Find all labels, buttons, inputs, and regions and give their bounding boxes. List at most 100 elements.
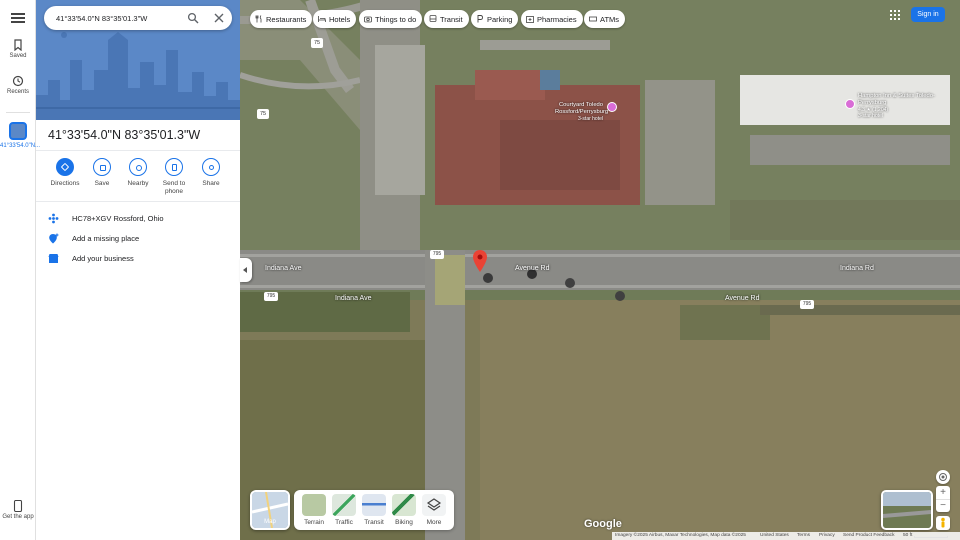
storefront-icon [48,254,59,263]
layer-traffic[interactable]: Traffic [330,494,358,526]
chip-hotels[interactable]: Hotels [313,10,357,28]
chip-restaurants[interactable]: Restaurants [250,10,313,28]
route-shield: 75 [311,38,323,48]
save-button[interactable]: Save [84,158,120,188]
layer-more[interactable]: More [420,494,448,526]
my-location-button[interactable] [936,470,950,484]
place-panel: 41°33'54.0"N 83°35'01.3"W Directions Sav… [36,0,240,540]
my-location-icon [939,473,947,481]
imagery-attribution: Imagery ©2025 Airbus, Maxar Technologies… [615,533,746,538]
current-place-thumbnail[interactable] [9,122,27,140]
hotel-pin-icon [845,99,855,109]
maps-app: Courtyard Toledo Rossford/Perrysburg 3-s… [0,0,960,540]
chip-label: Restaurants [266,14,307,24]
road-label: Avenue Rd [515,265,550,272]
chip-things-to-do[interactable]: Things to do [359,10,423,28]
save-label: Save [94,180,110,187]
feedback-link[interactable]: Send Product Feedback [843,533,894,538]
search-box [44,6,232,30]
zoom-out-button[interactable]: − [936,499,950,512]
bookmark-icon [93,158,111,176]
map-pin[interactable] [473,250,487,272]
history-icon [12,75,24,87]
menu-icon[interactable] [9,9,27,27]
add-missing-place-row[interactable]: Add a missing place [36,230,240,248]
layer-biking[interactable]: Biking [390,494,418,526]
layer-label: Terrain [304,519,324,526]
collapse-panel-button[interactable] [240,258,252,282]
map-footer: Imagery ©2025 Airbus, Maxar Technologies… [612,532,960,540]
poi-courtyard-label: Courtyard Toledo Rossford/Perrysburg [555,102,609,115]
parking-icon [477,15,483,23]
nearby-icon [129,158,147,176]
chip-atms[interactable]: ATMs [584,10,626,28]
bookmark-icon [14,39,22,51]
chip-label: Transit [440,14,463,24]
zoom-in-button[interactable]: + [936,486,950,499]
sign-in-button[interactable]: Sign in [911,7,945,22]
add-business-text: Add your business [72,254,134,263]
add-business-row[interactable]: Add your business [36,250,240,268]
chip-label: Parking [487,14,513,24]
nearby-label: Nearby [127,180,149,187]
add-missing-place-text: Add a missing place [72,234,140,243]
rail-saved-label: Saved [9,53,27,59]
route-shield: 795 [800,300,814,309]
route-shield: 795 [264,292,278,301]
terrain-icon [302,494,326,516]
route-shield: 75 [257,109,269,119]
chip-label: Hotels [329,14,351,24]
layer-label: Transit [364,519,384,526]
transit-icon [362,494,386,516]
rail-recents[interactable]: Recents [0,75,36,95]
chip-label: Pharmacies [537,14,577,24]
chip-label: ATMs [600,14,620,24]
layer-transit[interactable]: Transit [360,494,388,526]
road-label: Indiana Ave [265,265,302,272]
rail-saved[interactable]: Saved [0,39,36,59]
layer-terrain[interactable]: Terrain [300,494,328,526]
traffic-icon [332,494,356,516]
satellite-map[interactable]: Courtyard Toledo Rossford/Perrysburg 3-s… [240,0,960,540]
road-label: Avenue Rd [725,295,760,302]
restaurant-icon [255,15,262,23]
action-bar: Directions Save Nearby Send to phone Sha… [36,158,240,198]
poi-hampton[interactable]: Hampton Inn & Suites Toledo-Perrysburg 4… [845,93,935,119]
plus-code-text: HC78+XGV Rossford, Ohio [72,214,164,223]
terms-link[interactable]: Terms [797,533,810,538]
close-icon[interactable] [213,12,225,24]
layer-switcher-label: Map [264,519,276,525]
send-to-phone-label: Send to phone [162,180,186,195]
current-place-label[interactable]: 41°33'54.0"N... [0,142,40,150]
get-app-button[interactable]: Get the app [0,500,36,522]
nearby-button[interactable]: Nearby [120,158,156,188]
pegman-icon [941,517,945,528]
apps-grid-icon[interactable] [889,9,901,21]
street-view-thumbnail[interactable] [881,490,933,530]
directions-icon [56,158,74,176]
poi-courtyard-sub: 3-star hotel [577,116,603,122]
layer-label: Traffic [335,519,353,526]
bus-icon [429,15,437,22]
country-link[interactable]: United States [760,533,789,538]
layer-switcher[interactable]: Map [250,490,290,530]
share-button[interactable]: Share [193,158,229,188]
poi-courtyard[interactable]: Courtyard Toledo Rossford/Perrysburg 3-s… [555,102,630,122]
chip-pharmacies[interactable]: Pharmacies [521,10,583,28]
chip-label: Things to do [375,14,417,24]
chip-transit[interactable]: Transit [424,10,469,28]
rail-recents-label: Recents [6,89,29,95]
search-icon[interactable] [187,12,199,24]
chip-parking[interactable]: Parking [471,10,519,28]
privacy-link[interactable]: Privacy [819,533,835,538]
pegman-button[interactable] [936,516,950,530]
zoom-controls: + − [936,486,950,512]
plus-code-row[interactable]: HC78+XGV Rossford, Ohio [36,210,240,228]
directions-button[interactable]: Directions [47,158,83,188]
directions-label: Directions [50,180,80,187]
send-to-phone-button[interactable]: Send to phone [156,158,192,196]
road-label: Indiana Rd [840,265,874,272]
phone-icon [13,500,23,512]
search-input[interactable] [56,11,176,25]
scale-label[interactable]: 50 ft [903,533,912,538]
